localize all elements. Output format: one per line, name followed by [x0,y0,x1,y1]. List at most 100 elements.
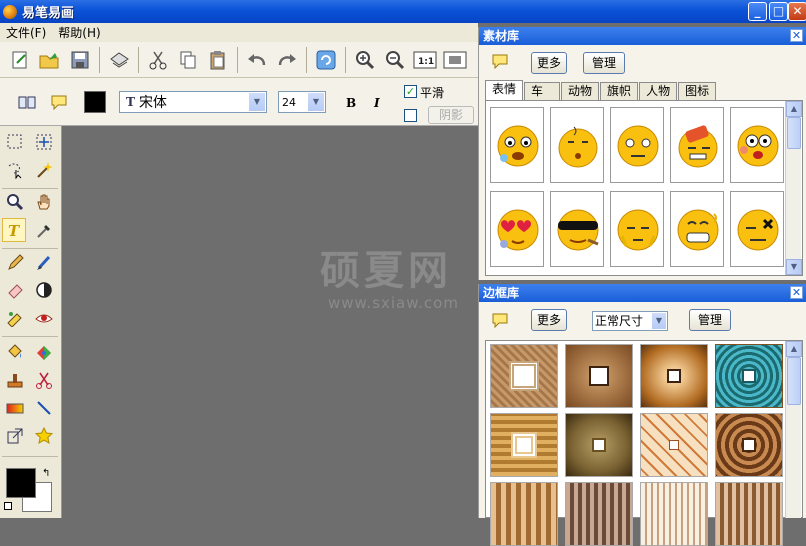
emoticon-item[interactable] [610,191,664,267]
emoticon-item[interactable] [550,107,604,183]
copy-icon[interactable] [174,46,202,74]
stamp-icon[interactable] [3,368,27,392]
scroll-up-icon[interactable]: ▲ [786,341,802,357]
font-size-select[interactable]: 24 ▼ [278,91,326,113]
print-icon[interactable] [105,46,133,74]
swap-colors-icon[interactable]: ↰ [42,468,50,479]
frame-more-button[interactable]: 更多 [531,309,567,331]
foreground-color-swatch[interactable] [6,468,36,498]
close-icon[interactable]: ✕ [790,286,803,299]
smooth-checkbox[interactable]: ✓ [404,85,417,98]
magic-wand-icon[interactable] [32,158,56,182]
frame-item[interactable] [490,344,558,408]
scissors-icon[interactable] [32,368,56,392]
bold-button[interactable]: B [346,96,356,110]
color-replace-icon[interactable] [32,340,56,364]
frame-size-select[interactable]: 正常尺寸 ▼ [592,311,668,331]
star-shape-icon[interactable] [32,424,56,448]
tab-emoticons[interactable]: 表情 [485,80,524,100]
pencil-icon[interactable] [3,250,27,274]
menu-file[interactable]: 文件(F) [0,24,52,41]
emoticon-item[interactable] [490,107,544,183]
text-color-swatch[interactable] [84,91,106,113]
material-manage-button[interactable]: 管理 [583,52,625,74]
eyedropper-icon[interactable] [32,218,56,242]
frame-item[interactable] [715,413,783,477]
airbrush-icon[interactable] [3,306,27,330]
rect-select-icon[interactable] [3,130,27,154]
frame-item[interactable] [715,344,783,408]
canvas-area[interactable] [62,126,478,518]
frame-item[interactable] [565,413,633,477]
emoticon-item[interactable] [670,107,724,183]
font-name-select[interactable]: T 宋体 ▼ [119,91,267,113]
emoticon-item[interactable] [730,107,784,183]
hand-tool-icon[interactable] [32,190,56,214]
emoticon-item[interactable] [610,107,664,183]
speech-bubble-icon[interactable] [50,94,68,113]
frame-scrollbar[interactable]: ▲ [785,341,802,518]
tab-icons[interactable]: 图标 [678,82,717,100]
material-more-button[interactable]: 更多 [531,52,567,74]
undo-icon[interactable] [243,46,271,74]
frame-item[interactable] [565,344,633,408]
zoom-in-icon[interactable] [351,46,379,74]
tab-animals[interactable]: 动物 [561,82,600,100]
maximize-button[interactable]: □ [769,2,788,21]
tab-flags[interactable]: 旗帜 [600,82,639,100]
frame-item[interactable] [715,482,783,546]
minimize-button[interactable]: _ [748,2,767,21]
move-icon[interactable] [32,130,56,154]
tab-cars[interactable]: 车 [524,82,561,100]
tab-people[interactable]: 人物 [639,82,678,100]
paste-icon[interactable] [204,46,232,74]
zoom-tool-icon[interactable] [3,190,27,214]
emoticon-item[interactable] [730,191,784,267]
lasso-select-icon[interactable] [3,158,27,182]
shadow-checkbox[interactable] [404,109,417,122]
text-tool-icon[interactable]: T [2,218,26,242]
refresh-icon[interactable] [312,46,340,74]
contrast-icon[interactable] [32,278,56,302]
scroll-down-icon[interactable]: ▼ [786,259,802,275]
chevron-down-icon[interactable]: ▼ [308,93,324,111]
frame-item[interactable] [490,413,558,477]
menu-help[interactable]: 帮助(H) [52,24,106,41]
frame-item[interactable] [490,482,558,546]
fill-bucket-icon[interactable] [3,340,27,364]
emoticon-item[interactable] [670,191,724,267]
transform-icon[interactable] [3,424,27,448]
frame-item[interactable] [640,413,708,477]
close-button[interactable]: ✕ [788,2,806,21]
scroll-thumb[interactable] [787,117,801,149]
italic-button[interactable]: I [374,96,380,110]
new-file-icon[interactable] [6,46,34,74]
close-icon[interactable]: ✕ [790,29,803,42]
frame-item[interactable] [565,482,633,546]
eraser-icon[interactable] [3,278,27,302]
open-file-icon[interactable] [36,46,64,74]
chevron-down-icon[interactable]: ▼ [652,313,666,329]
zoom-out-icon[interactable] [381,46,409,74]
actual-size-icon[interactable]: 1:1 [411,46,439,74]
book-icon[interactable] [18,94,36,113]
scroll-thumb[interactable] [787,357,801,405]
line-tool-icon[interactable] [32,396,56,420]
redo-icon[interactable] [273,46,301,74]
tool-panel: T ↰ [0,126,62,518]
emoticon-item[interactable] [550,191,604,267]
frame-item[interactable] [640,344,708,408]
material-scrollbar[interactable]: ▲ ▼ [785,101,802,275]
reset-colors-icon[interactable] [4,502,12,510]
save-icon[interactable] [66,46,94,74]
gradient-icon[interactable] [3,396,27,420]
frame-manage-button[interactable]: 管理 [689,309,731,331]
chevron-down-icon[interactable]: ▼ [249,93,265,111]
emoticon-item[interactable] [490,191,544,267]
brush-icon[interactable] [32,250,56,274]
red-eye-icon[interactable] [32,306,56,330]
cut-icon[interactable] [144,46,172,74]
frame-item[interactable] [640,482,708,546]
fit-window-icon[interactable] [441,46,469,74]
scroll-up-icon[interactable]: ▲ [786,101,802,117]
